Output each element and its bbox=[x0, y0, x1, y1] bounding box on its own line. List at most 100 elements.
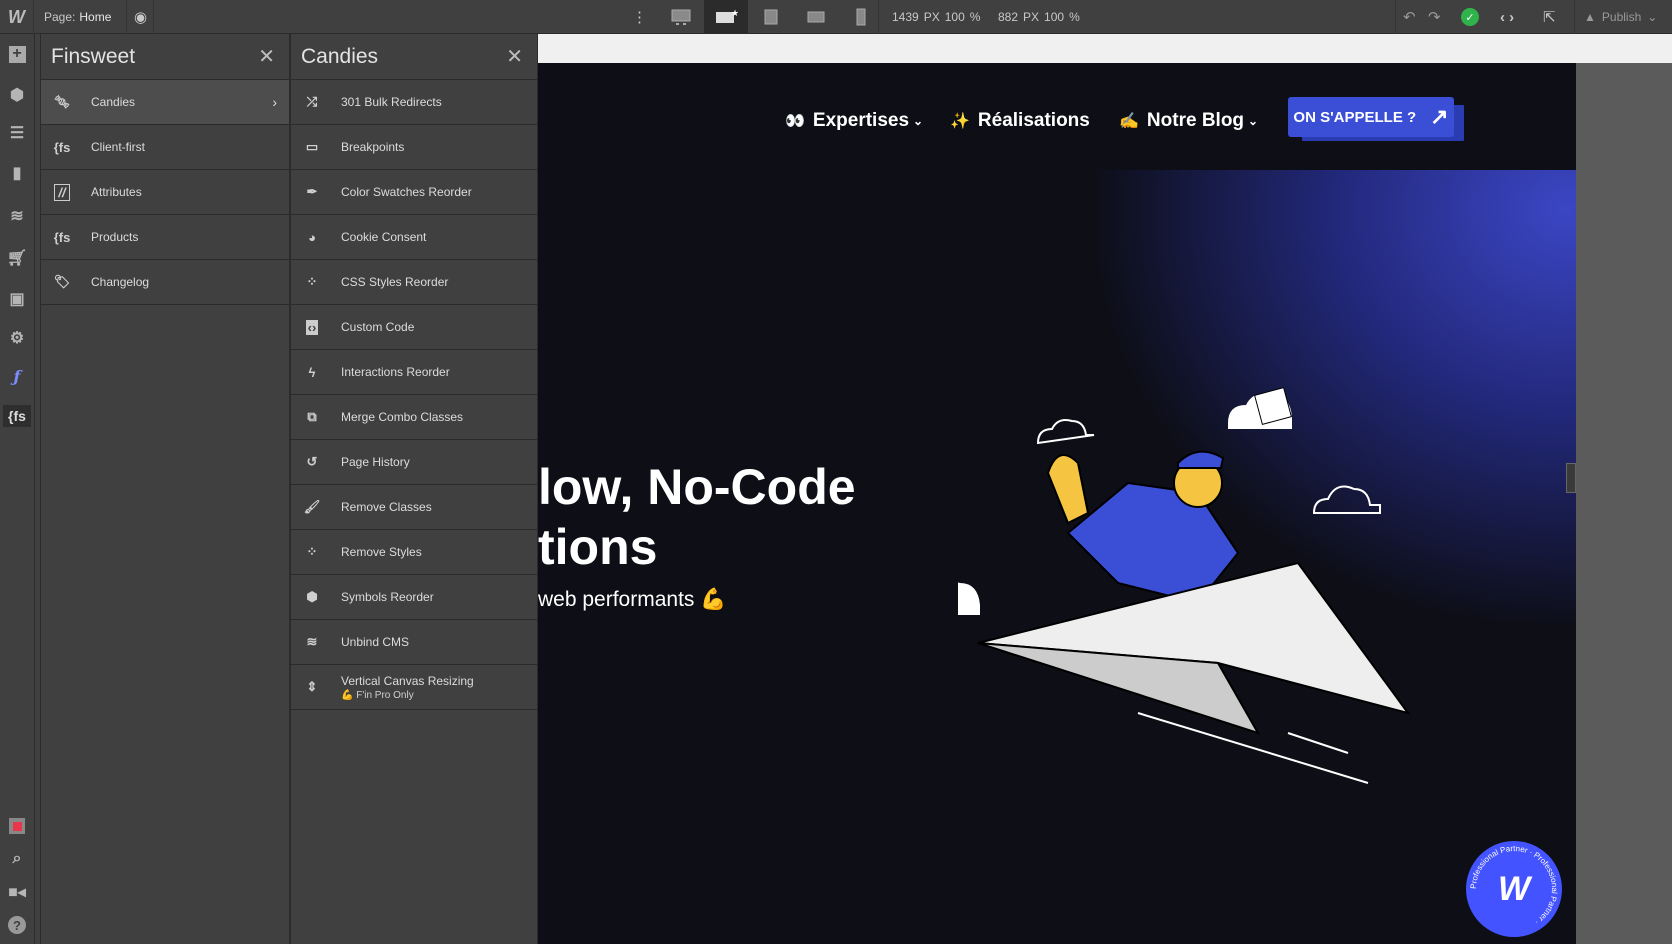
history-icon: ↺ bbox=[306, 454, 318, 469]
page-label: Page: bbox=[44, 10, 76, 24]
fs-icon: {fs bbox=[53, 229, 71, 245]
chevron-down-icon: ⌄ bbox=[1248, 114, 1259, 128]
webflow-logo[interactable]: W bbox=[8, 0, 25, 34]
publish-button[interactable]: ▲ Publish ⌄ bbox=[1584, 0, 1657, 34]
broom-icon: 🖌︎ bbox=[303, 499, 321, 514]
breakpoint-landscape-icon[interactable] bbox=[806, 0, 826, 34]
finsweet-item-changelog[interactable]: 🏷︎ Changelog bbox=[41, 260, 289, 305]
pro-only-note: 💪 F'in Pro Only bbox=[341, 689, 414, 701]
arrow-up-right-icon: ↗ bbox=[1430, 104, 1449, 129]
tags-icon: 🏷︎ bbox=[53, 274, 71, 289]
nav-blog[interactable]: ✍️ Notre Blog ⌄ bbox=[1119, 103, 1258, 139]
contact-cta-button[interactable]: ON S'APPELLE ? ↗ bbox=[1288, 97, 1454, 137]
cms-icon[interactable]: ≋ bbox=[6, 205, 28, 227]
help-icon[interactable]: ? bbox=[6, 914, 28, 936]
database-icon: ≋ bbox=[306, 634, 318, 649]
top-toolbar: W Page: Home ◉ ⋮ ★ 1439 PX 100% 882 PX 100% ↶… bbox=[0, 0, 1672, 34]
drops-icon: ⁘ bbox=[306, 274, 318, 289]
candies-panel: Candies ✕ ⤮ 301 Bulk Redirects ▭ Breakpoint… bbox=[290, 34, 538, 944]
rocket-icon: ▲ bbox=[1584, 10, 1596, 24]
candy-item[interactable]: ϟ Interactions Reorder bbox=[291, 350, 537, 395]
finsweet-f-icon[interactable]: ƒ bbox=[6, 365, 28, 387]
cloud-icon bbox=[1036, 419, 1095, 445]
close-icon[interactable]: ✕ bbox=[506, 44, 523, 69]
candy-item[interactable]: ⧉ Merge Combo Classes bbox=[291, 395, 537, 440]
page-selector[interactable]: Page: Home bbox=[44, 0, 111, 34]
candy-item[interactable]: ↺ Page History bbox=[291, 440, 537, 485]
close-icon[interactable]: ✕ bbox=[258, 44, 275, 69]
export-icon[interactable]: ⇱ bbox=[1543, 0, 1556, 34]
candy-item[interactable]: ⤮ 301 Bulk Redirects bbox=[291, 80, 537, 125]
svg-text:★: ★ bbox=[731, 8, 738, 18]
chevron-down-icon: ⌄ bbox=[1647, 10, 1658, 24]
breakpoint-tablet-icon[interactable] bbox=[762, 0, 780, 34]
left-icon-rail: + ⬢ ☰ ▮ ≋ 🛒︎ ▣ ⚙ ƒ {fs ⌕ ■◂ ? bbox=[0, 34, 35, 944]
more-options-icon[interactable]: ⋮ bbox=[632, 0, 647, 34]
candy-item[interactable]: ‹› Custom Code bbox=[291, 305, 537, 350]
candy-item[interactable]: ⁘ CSS Styles Reorder bbox=[291, 260, 537, 305]
chevron-right-icon: › bbox=[272, 94, 277, 110]
finsweet-fs-icon[interactable]: {fs bbox=[3, 405, 31, 427]
monitor-icon: ▭ bbox=[305, 139, 319, 154]
merge-icon: ⧉ bbox=[307, 409, 317, 424]
breakpoint-portrait-icon[interactable] bbox=[854, 0, 868, 34]
candy-item[interactable]: 🖌︎ Remove Classes bbox=[291, 485, 537, 530]
finsweet-item-candies[interactable]: 🍬︎ Candies › bbox=[41, 80, 289, 125]
hero-headline-line-1: low, No-Code bbox=[538, 459, 856, 515]
candy-item[interactable]: ✒ Color Swatches Reorder bbox=[291, 170, 537, 215]
video-icon[interactable]: ■◂ bbox=[6, 881, 28, 903]
candy-item[interactable]: ≋ Unbind CMS bbox=[291, 620, 537, 665]
cloud-icon bbox=[1312, 485, 1381, 514]
candy-item[interactable]: ⇕ Vertical Canvas Resizing 💪 F'in Pro Only bbox=[291, 665, 537, 710]
undo-icon[interactable]: ↶ bbox=[1403, 0, 1416, 34]
hero-headline-line-2: tions bbox=[538, 519, 658, 575]
nav-realisations[interactable]: ✨ Réalisations bbox=[950, 103, 1090, 139]
finsweet-item-client-first[interactable]: {fs Client-first bbox=[41, 125, 289, 170]
candy-item[interactable]: ⁘ Remove Styles bbox=[291, 530, 537, 575]
finsweet-item-products[interactable]: {fs Products bbox=[41, 215, 289, 260]
canvas-width-readout[interactable]: 1439 PX 100% bbox=[892, 0, 980, 34]
canvas-height-readout[interactable]: 882 PX 100% bbox=[998, 0, 1080, 34]
candy-item[interactable]: ◕ Cookie Consent bbox=[291, 215, 537, 260]
panel-title: Candies bbox=[301, 44, 379, 68]
badge-ring-text: Professional Partner · Professional Part… bbox=[1469, 844, 1559, 927]
bolt-icon: ϟ bbox=[308, 364, 316, 380]
canvas-background bbox=[1576, 63, 1672, 944]
site-canvas[interactable]: 👀 Expertises ⌄ ✨ Réalisations ✍️ Notre Blog ⌄… bbox=[538, 63, 1576, 944]
cube-icon[interactable]: ⬢ bbox=[6, 84, 28, 106]
nav-expertises[interactable]: 👀 Expertises ⌄ bbox=[785, 103, 923, 139]
vertical-resize-icon: ⇕ bbox=[306, 679, 318, 694]
shuffle-icon: ⤮ bbox=[306, 94, 318, 109]
finsweet-item-attributes[interactable]: //Attributes bbox=[41, 170, 289, 215]
add-icon[interactable]: + bbox=[6, 43, 28, 65]
svg-text:Professional Partner · Profess: Professional Partner · Professional Part… bbox=[1469, 844, 1559, 927]
preview-eye-icon[interactable]: ◉ bbox=[134, 0, 147, 34]
code-icon[interactable]: ‹ › bbox=[1500, 0, 1514, 34]
breakpoint-base-icon[interactable]: ★ bbox=[704, 0, 748, 34]
drops-remove-icon: ⁘ bbox=[306, 544, 318, 559]
navigator-icon[interactable]: ☰ bbox=[6, 122, 28, 144]
code-icon: ‹› bbox=[305, 319, 319, 335]
canvas-ruler bbox=[538, 34, 1672, 63]
cube-icon: ⬢ bbox=[306, 589, 318, 604]
chevron-down-icon: ⌄ bbox=[913, 114, 924, 128]
redo-icon[interactable]: ↷ bbox=[1428, 0, 1441, 34]
candy-icon: 🍬︎ bbox=[53, 94, 71, 109]
webflow-partner-badge[interactable]: Professional Partner · Professional Part… bbox=[1466, 841, 1562, 937]
saved-check-icon[interactable]: ✓ bbox=[1461, 0, 1479, 34]
page-name: Home bbox=[79, 10, 112, 24]
fs-icon: {fs bbox=[53, 139, 71, 155]
canvas-resize-handle[interactable] bbox=[1566, 463, 1576, 493]
candy-item[interactable]: ▭ Breakpoints bbox=[291, 125, 537, 170]
record-icon[interactable] bbox=[6, 815, 28, 837]
candy-item[interactable]: ⬢ Symbols Reorder bbox=[291, 575, 537, 620]
ecommerce-icon[interactable]: 🛒︎ bbox=[6, 247, 28, 269]
pages-icon[interactable]: ▮ bbox=[6, 162, 28, 184]
settings-icon[interactable]: ⚙ bbox=[6, 327, 28, 349]
assets-icon[interactable]: ▣ bbox=[6, 288, 28, 310]
breakpoint-desktop-icon[interactable] bbox=[670, 0, 692, 34]
eyedropper-icon: ✒ bbox=[306, 184, 318, 199]
hero-illustration bbox=[958, 387, 1411, 784]
search-icon[interactable]: ⌕ bbox=[6, 848, 28, 870]
attributes-icon: // bbox=[51, 183, 73, 201]
